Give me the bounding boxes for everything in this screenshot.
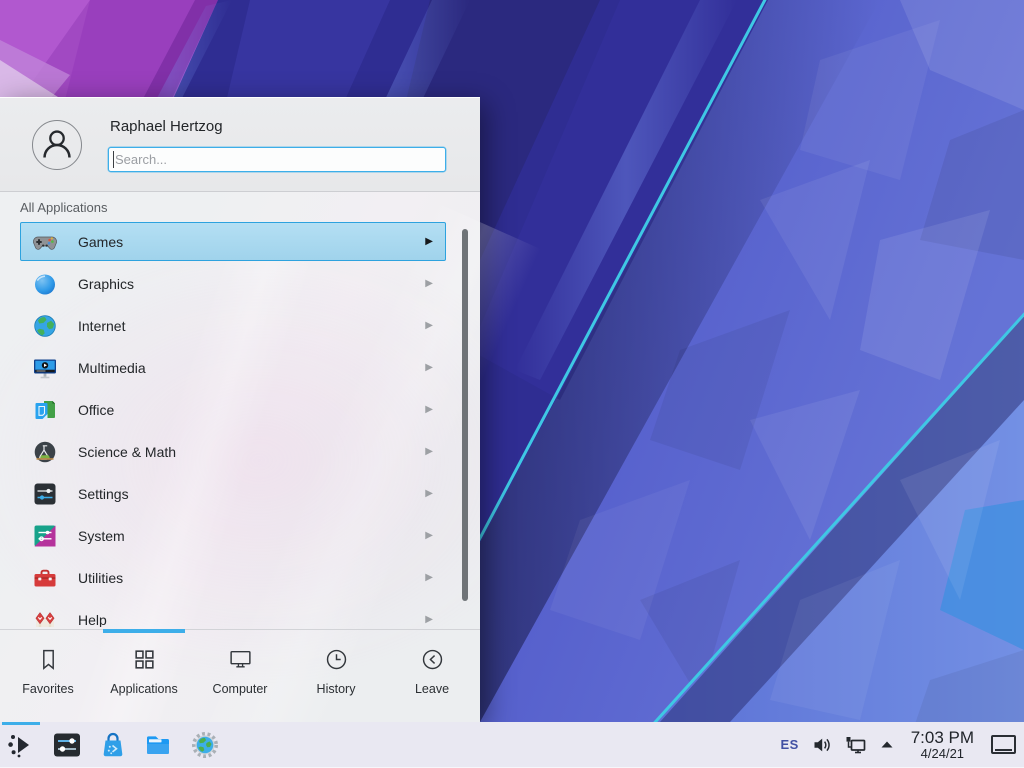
user-icon xyxy=(33,121,81,169)
expand-tray-icon[interactable] xyxy=(880,740,894,749)
tab-applications[interactable]: Applications xyxy=(96,630,192,723)
system-settings-button[interactable] xyxy=(52,730,82,760)
category-multimedia[interactable]: Multimedia ▶ xyxy=(20,348,446,387)
help-icon xyxy=(32,607,58,628)
clock-date: 4/24/21 xyxy=(911,747,974,761)
volume-icon[interactable] xyxy=(812,735,832,755)
category-label: Graphics xyxy=(78,276,134,292)
category-system[interactable]: System ▶ xyxy=(20,516,446,555)
digital-clock[interactable]: 7:03 PM 4/24/21 xyxy=(911,729,974,761)
internet-icon xyxy=(32,313,58,339)
section-label-all-applications: All Applications xyxy=(20,200,107,215)
tab-label: History xyxy=(317,682,356,696)
category-science-math[interactable]: Science & Math ▶ xyxy=(20,432,446,471)
taskbar-panel: ES xyxy=(0,722,1024,768)
browser-globe-icon xyxy=(190,730,220,760)
category-list: Games ▶ Graphics ▶ xyxy=(0,222,480,627)
submenu-arrow-icon: ▶ xyxy=(425,447,433,457)
user-avatar[interactable] xyxy=(32,120,82,170)
text-cursor xyxy=(113,151,114,168)
active-tab-indicator xyxy=(103,629,186,633)
discover-bag-icon xyxy=(98,730,128,760)
category-settings[interactable]: Settings ▶ xyxy=(20,474,446,513)
category-utilities[interactable]: Utilities ▶ xyxy=(20,558,446,597)
show-desktop-button[interactable] xyxy=(991,735,1016,754)
category-label: Multimedia xyxy=(78,360,146,376)
leave-back-icon xyxy=(420,647,445,672)
tab-computer[interactable]: Computer xyxy=(192,630,288,723)
submenu-arrow-icon: ▶ xyxy=(425,279,433,289)
tab-label: Computer xyxy=(213,682,268,696)
category-label: Help xyxy=(78,612,107,628)
submenu-arrow-icon: ▶ xyxy=(425,489,433,499)
category-help[interactable]: Help ▶ xyxy=(20,600,446,627)
category-label: System xyxy=(78,528,125,544)
submenu-arrow-icon: ▶ xyxy=(425,405,433,415)
tab-leave[interactable]: Leave xyxy=(384,630,480,723)
category-label: Utilities xyxy=(78,570,123,586)
category-label: Games xyxy=(78,234,123,250)
settings-icon xyxy=(32,481,58,507)
launcher-tab-bar: Favorites Applications Computer xyxy=(0,629,480,723)
graphics-icon xyxy=(32,271,58,297)
submenu-arrow-icon: ▶ xyxy=(425,363,433,373)
application-launcher-button[interactable] xyxy=(6,730,36,760)
office-icon xyxy=(32,397,58,423)
file-manager-button[interactable] xyxy=(144,730,174,760)
submenu-arrow-icon: ▶ xyxy=(425,531,433,541)
category-label: Settings xyxy=(78,486,129,502)
application-launcher-menu: Raphael Hertzog All Applications Games ▶ xyxy=(0,97,480,723)
user-name: Raphael Hertzog xyxy=(110,118,223,135)
tab-favorites[interactable]: Favorites xyxy=(0,630,96,723)
web-browser-button[interactable] xyxy=(190,730,220,760)
tab-label: Applications xyxy=(110,682,177,696)
search-input[interactable] xyxy=(108,147,446,172)
favorites-bookmark-icon xyxy=(36,647,61,672)
dolphin-folder-icon xyxy=(144,730,174,760)
launcher-header: Raphael Hertzog xyxy=(0,98,480,192)
submenu-arrow-icon: ▶ xyxy=(425,573,433,583)
tab-label: Favorites xyxy=(22,682,73,696)
system-tray: ES xyxy=(781,729,1016,761)
system-icon xyxy=(32,523,58,549)
history-clock-icon xyxy=(324,647,349,672)
games-icon xyxy=(32,229,58,255)
science-icon xyxy=(32,439,58,465)
keyboard-layout-indicator[interactable]: ES xyxy=(781,737,799,752)
desktop: Raphael Hertzog All Applications Games ▶ xyxy=(0,0,1024,768)
category-label: Office xyxy=(78,402,114,418)
discover-button[interactable] xyxy=(98,730,128,760)
network-icon[interactable] xyxy=(845,735,867,755)
applications-grid-icon xyxy=(132,647,157,672)
system-settings-icon xyxy=(52,730,82,760)
tab-label: Leave xyxy=(415,682,449,696)
submenu-arrow-icon: ▶ xyxy=(425,615,433,625)
kde-launcher-icon xyxy=(6,730,36,760)
category-games[interactable]: Games ▶ xyxy=(20,222,446,261)
list-scrollbar[interactable] xyxy=(462,229,468,601)
multimedia-icon xyxy=(32,355,58,381)
submenu-arrow-icon: ▶ xyxy=(425,237,433,247)
category-graphics[interactable]: Graphics ▶ xyxy=(20,264,446,303)
category-office[interactable]: Office ▶ xyxy=(20,390,446,429)
submenu-arrow-icon: ▶ xyxy=(425,321,433,331)
tab-history[interactable]: History xyxy=(288,630,384,723)
category-label: Science & Math xyxy=(78,444,176,460)
clock-time: 7:03 PM xyxy=(911,729,974,747)
category-internet[interactable]: Internet ▶ xyxy=(20,306,446,345)
utilities-icon xyxy=(32,565,58,591)
computer-monitor-icon xyxy=(228,647,253,672)
taskbar-app-icons xyxy=(6,730,220,760)
category-label: Internet xyxy=(78,318,125,334)
